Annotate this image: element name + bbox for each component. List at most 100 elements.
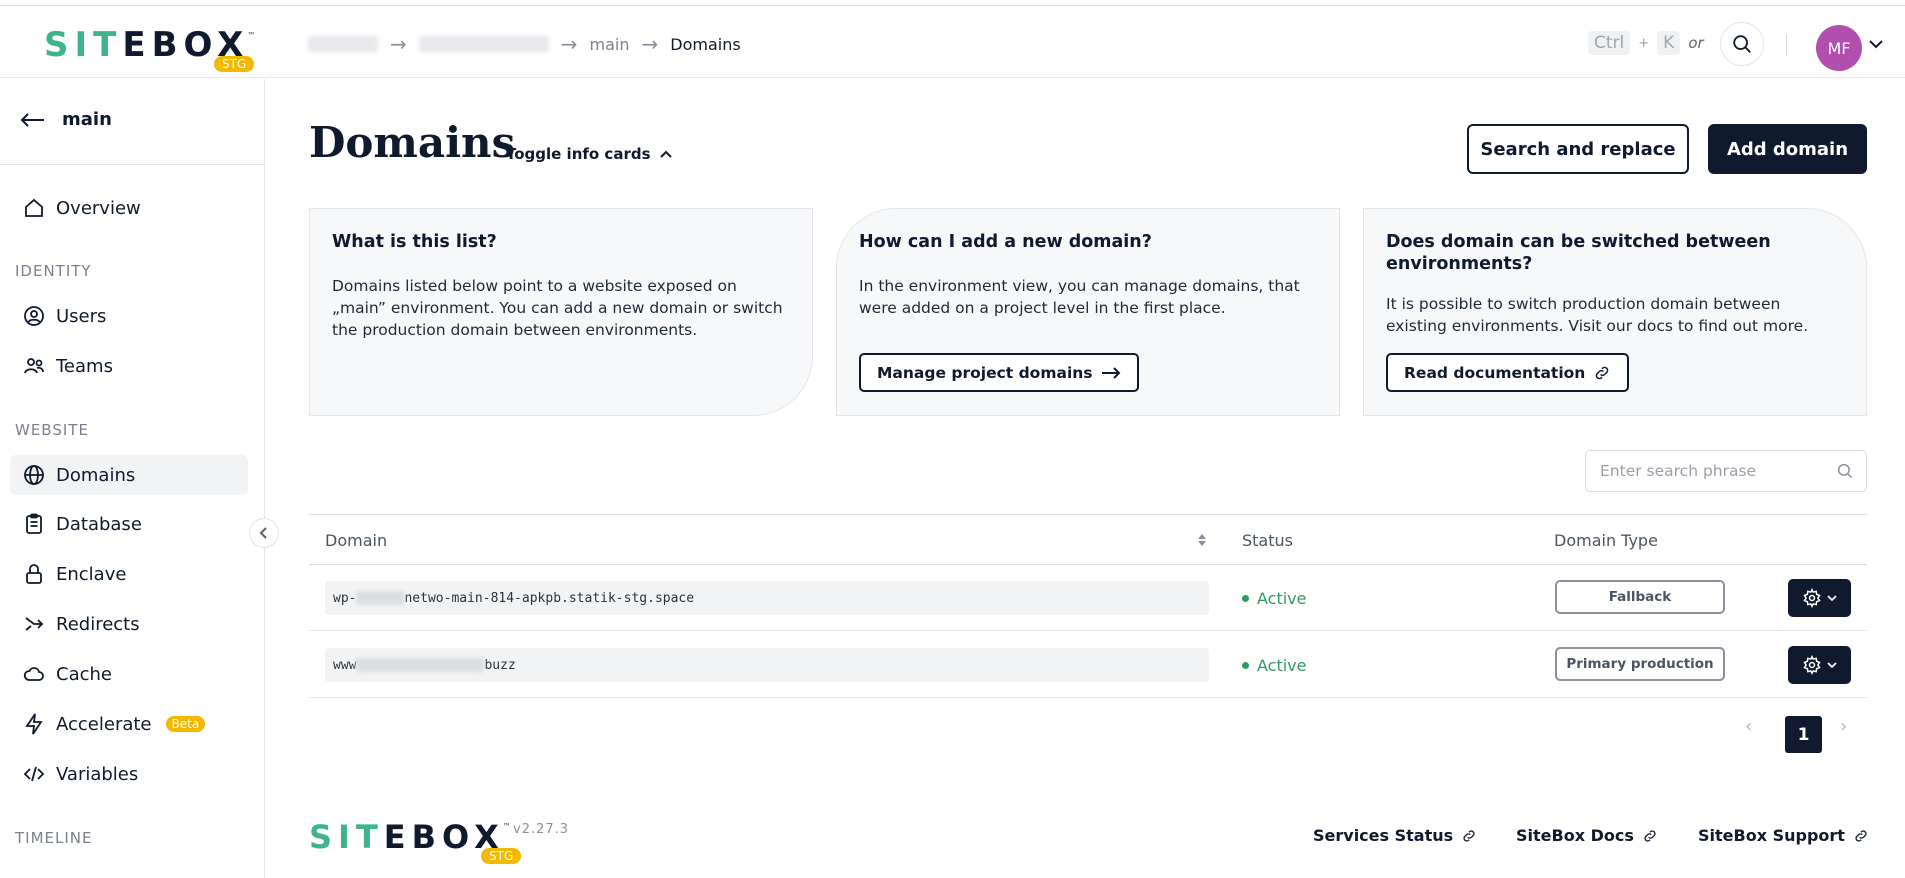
sidebar-item-variables[interactable]: Variables xyxy=(10,754,248,794)
manage-project-domains-button[interactable]: Manage project domains xyxy=(859,353,1139,392)
sidebar-item-database[interactable]: Database xyxy=(10,504,248,544)
sidebar-item-label: Redirects xyxy=(56,613,140,635)
home-icon xyxy=(25,198,43,217)
arrow-left-icon xyxy=(20,112,44,127)
sidebar-item-cache[interactable]: Cache xyxy=(10,654,248,694)
info-card-title: How can I add a new domain? xyxy=(859,232,1152,252)
kbd-ctrl: Ctrl xyxy=(1588,31,1631,55)
team-icon xyxy=(24,358,44,374)
sidebar-item-teams[interactable]: Teams xyxy=(10,346,248,386)
breadcrumb-environment[interactable]: main xyxy=(590,35,630,54)
header-divider xyxy=(1786,34,1787,56)
add-domain-button[interactable]: Add domain xyxy=(1708,124,1867,174)
sidebar-item-label: Teams xyxy=(56,355,113,377)
sidebar-item-label: Domains xyxy=(56,464,136,486)
breadcrumb: → → main → Domains xyxy=(308,32,741,56)
sidebar: main Overview IDENTITY Users Teams WEBSI… xyxy=(0,79,265,878)
gear-icon xyxy=(1803,588,1821,608)
pagination-prev[interactable]: ‹ xyxy=(1745,716,1752,737)
breadcrumb-arrow-icon: → xyxy=(641,32,659,56)
sidebar-item-label: Enclave xyxy=(56,563,127,585)
breadcrumb-redacted-project[interactable] xyxy=(418,36,549,52)
sidebar-item-accelerate[interactable]: Accelerate Beta xyxy=(10,704,248,744)
search-input[interactable] xyxy=(1586,451,1816,491)
info-card-add-domain: How can I add a new domain? In the envir… xyxy=(836,208,1340,416)
domain-prefix: www xyxy=(333,657,357,673)
sitebox-logo[interactable]: SITEBOX ™ STG xyxy=(44,25,257,72)
sidebar-item-label: Cache xyxy=(56,663,112,685)
user-avatar[interactable]: MF xyxy=(1816,25,1862,71)
footer-link-services-status[interactable]: Services Status xyxy=(1313,826,1477,845)
domain-value: www buzz xyxy=(325,648,1209,682)
lock-icon xyxy=(26,564,42,584)
code-icon xyxy=(23,766,45,782)
app-version: v2.27.3 xyxy=(513,822,570,837)
info-card-body: In the environment view, you can manage … xyxy=(859,277,1300,317)
global-search-button[interactable] xyxy=(1720,22,1764,66)
search-shortcut-hint: Ctrl + K or xyxy=(1588,31,1704,55)
footer-logo: SITEBOX ™ STG xyxy=(309,818,522,864)
top-header: SITEBOX ™ STG → → main → Domains Ctrl + … xyxy=(0,6,1905,78)
cloud-icon xyxy=(23,667,44,681)
toggle-info-cards[interactable]: Toggle info cards xyxy=(506,145,673,163)
pagination-next[interactable]: › xyxy=(1840,716,1847,737)
link-icon xyxy=(1596,366,1609,379)
info-card-what-is-list: What is this list? Domains listed below … xyxy=(309,208,813,416)
sort-icon[interactable] xyxy=(1197,532,1207,548)
globe-icon xyxy=(24,465,44,485)
status-badge: Active xyxy=(1242,589,1307,608)
info-card-body: It is possible to switch production doma… xyxy=(1386,295,1809,335)
footer-link-label: SiteBox Docs xyxy=(1516,826,1634,845)
kbd-or: or xyxy=(1688,34,1704,52)
sidebar-item-label: Accelerate xyxy=(56,713,152,735)
back-to-environment[interactable]: main xyxy=(20,109,112,130)
row-settings-button[interactable] xyxy=(1788,579,1851,617)
sidebar-item-label: Overview xyxy=(56,197,141,219)
footer-link-support[interactable]: SiteBox Support xyxy=(1698,826,1869,845)
sidebar-item-overview[interactable]: Overview xyxy=(10,188,248,228)
env-badge: STG xyxy=(214,56,255,72)
sidebar-item-enclave[interactable]: Enclave xyxy=(10,554,248,594)
table-row: www buzz Active Primary production xyxy=(309,632,1867,698)
pagination-page-1[interactable]: 1 xyxy=(1785,716,1822,753)
breadcrumb-current: Domains xyxy=(670,34,741,54)
collapse-sidebar-button[interactable] xyxy=(249,518,279,548)
chevron-left-icon xyxy=(259,527,267,539)
domain-value: wp- netwo-main-814-apkpb.statik-stg.spac… xyxy=(325,581,1209,615)
info-card-body: Domains listed below point to a website … xyxy=(332,277,783,339)
sidebar-item-domains[interactable]: Domains xyxy=(10,455,248,495)
info-card-title: Does domain can be switched between envi… xyxy=(1386,232,1771,274)
search-and-replace-button[interactable]: Search and replace xyxy=(1467,124,1689,174)
redacted-text xyxy=(356,591,405,605)
table-header: Domain Status Domain Type xyxy=(309,514,1867,565)
status-dot xyxy=(1242,662,1249,669)
page-title: Domains xyxy=(309,118,516,167)
info-card-title: What is this list? xyxy=(332,232,497,252)
logo-text-green: SIT xyxy=(309,818,384,856)
section-website: WEBSITE xyxy=(15,421,89,439)
beta-badge: Beta xyxy=(165,716,206,732)
link-icon xyxy=(1463,829,1475,842)
logo-text-green: SIT xyxy=(44,25,123,65)
footer-link-label: Services Status xyxy=(1313,826,1454,845)
env-badge: STG xyxy=(481,848,522,864)
kbd-k: K xyxy=(1657,31,1681,55)
domain-suffix: buzz xyxy=(484,657,516,673)
status-text: Active xyxy=(1257,589,1307,608)
footer-link-docs[interactable]: SiteBox Docs xyxy=(1516,826,1658,845)
column-header-type: Domain Type xyxy=(1554,531,1658,550)
sidebar-item-redirects[interactable]: Redirects xyxy=(10,604,248,644)
footer-link-label: SiteBox Support xyxy=(1698,826,1845,845)
column-header-domain[interactable]: Domain xyxy=(325,531,387,550)
sidebar-item-users[interactable]: Users xyxy=(10,296,248,336)
breadcrumb-redacted-org[interactable] xyxy=(308,36,378,52)
column-header-status: Status xyxy=(1242,531,1293,550)
read-documentation-button[interactable]: Read documentation xyxy=(1386,353,1630,392)
logo-tm: ™ xyxy=(502,822,511,831)
sidebar-divider xyxy=(0,164,265,165)
section-identity: IDENTITY xyxy=(15,262,92,280)
kbd-plus: + xyxy=(1638,35,1650,51)
row-settings-button[interactable] xyxy=(1788,646,1851,684)
chevron-down-icon[interactable] xyxy=(1868,38,1884,50)
search-icon xyxy=(1837,463,1853,479)
